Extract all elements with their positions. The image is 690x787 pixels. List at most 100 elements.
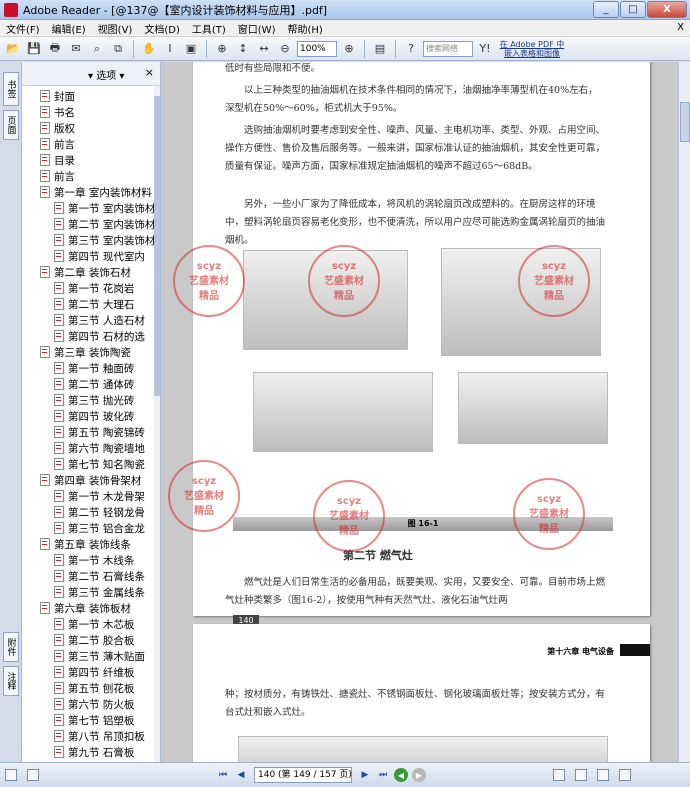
watermark-stamp: scyz 艺盛素材 精品 <box>173 245 245 317</box>
web-search-input[interactable]: 搜索网络 <box>423 40 473 57</box>
share-icon[interactable]: ⧉ <box>109 40 127 58</box>
bookmark-item[interactable]: 第三节 铝合金龙 <box>22 520 160 536</box>
bookmark-item[interactable]: 第四节 玻化砖 <box>22 408 160 424</box>
bookmark-item[interactable]: 第三章 装饰陶瓷 <box>22 344 160 360</box>
email-icon[interactable]: ✉ <box>67 40 85 58</box>
continuous-facing-view-icon[interactable] <box>619 769 631 781</box>
bookmark-item[interactable]: 第三节 金属线条 <box>22 584 160 600</box>
yahoo-icon[interactable]: Y! <box>476 40 494 58</box>
next-page-icon[interactable]: ▶ <box>358 768 372 782</box>
bookmark-item[interactable]: 第八节 吊顶扣板 <box>22 728 160 744</box>
last-page-icon[interactable]: ⏭ <box>376 768 390 782</box>
bookmark-item[interactable]: 第四节 纤维板 <box>22 664 160 680</box>
bookmark-item[interactable]: 第一节 木芯板 <box>22 616 160 632</box>
bookmark-item[interactable]: 第五章 装饰线条 <box>22 536 160 552</box>
bookmark-item[interactable]: 第三节 薄木贴面 <box>22 648 160 664</box>
bookmark-item[interactable]: 第七节 知名陶瓷 <box>22 456 160 472</box>
open-icon[interactable]: 📂 <box>4 40 22 58</box>
bookmark-item[interactable]: 书名 <box>22 104 160 120</box>
first-page-icon[interactable]: ⏮ <box>216 768 230 782</box>
save-icon[interactable]: 💾 <box>25 40 43 58</box>
bookmark-scrollbar[interactable] <box>154 86 160 762</box>
print-icon[interactable]: 🖶 <box>46 40 64 58</box>
continuous-view-icon[interactable] <box>575 769 587 781</box>
bookmark-item[interactable]: 封面 <box>22 88 160 104</box>
zoom-in-icon[interactable]: ⊕ <box>213 40 231 58</box>
promo-link[interactable]: 在 Adobe PDF 中嵌入表格和图像 <box>497 40 567 58</box>
zoom-out-icon[interactable]: ⊖ <box>276 40 294 58</box>
bookmark-item[interactable]: 第九节 石膏板 <box>22 744 160 760</box>
tab-comments[interactable]: 注释 <box>3 666 19 696</box>
document-info-icon[interactable] <box>27 769 39 781</box>
scrollbar-thumb[interactable] <box>680 102 690 142</box>
menu-file[interactable]: 文件(F) <box>0 21 46 36</box>
bookmark-item[interactable]: 前言 <box>22 168 160 184</box>
menu-help[interactable]: 帮助(H) <box>281 21 328 36</box>
zoom-level-input[interactable]: 100% <box>297 40 337 57</box>
go-back-icon[interactable]: ◀ <box>394 768 408 782</box>
bookmark-item[interactable]: 第六节 防火板 <box>22 696 160 712</box>
bookmark-item[interactable]: 第四节 石材的选 <box>22 328 160 344</box>
document-close-button[interactable]: X <box>677 22 684 33</box>
bookmark-item[interactable]: 第四章 装饰骨架材 <box>22 472 160 488</box>
tab-bookmarks[interactable]: 书签 <box>3 72 19 106</box>
bookmark-item[interactable]: 第二节 石膏线条 <box>22 568 160 584</box>
bookmark-item[interactable]: 第一节 木线条 <box>22 552 160 568</box>
scrollbar-thumb[interactable] <box>154 96 160 396</box>
bookmark-item[interactable]: 第二章 装饰石材 <box>22 264 160 280</box>
page-thumbnail-icon[interactable] <box>5 769 17 781</box>
fit-page-icon[interactable]: ↕ <box>234 40 252 58</box>
bookmark-item[interactable]: 第三节 室内装饰材 <box>22 232 160 248</box>
bookmark-item[interactable]: 第一章 室内装饰材料 <box>22 184 160 200</box>
tab-pages[interactable]: 页面 <box>3 110 19 140</box>
bookmark-item[interactable]: 第六节 陶瓷墙地 <box>22 440 160 456</box>
bookmark-item[interactable]: 第六章 装饰板材 <box>22 600 160 616</box>
facing-view-icon[interactable] <box>597 769 609 781</box>
minimize-button[interactable]: _ <box>593 1 619 18</box>
tab-attachments[interactable]: 附件 <box>3 632 19 662</box>
menu-window[interactable]: 窗口(W) <box>232 21 282 36</box>
bookmark-item[interactable]: 第一节 木龙骨架 <box>22 488 160 504</box>
page-layout-icon[interactable]: ▤ <box>371 40 389 58</box>
document-scrollbar[interactable] <box>678 62 690 762</box>
menu-document[interactable]: 文档(D) <box>138 21 186 36</box>
menu-edit[interactable]: 编辑(E) <box>46 21 92 36</box>
single-page-view-icon[interactable] <box>553 769 565 781</box>
go-forward-icon[interactable]: ▶ <box>412 768 426 782</box>
bookmark-item[interactable]: 第二节 通体砖 <box>22 376 160 392</box>
menu-view[interactable]: 视图(V) <box>92 21 139 36</box>
zoom-plus-icon[interactable]: ⊕ <box>340 40 358 58</box>
bookmark-item[interactable]: 第二节 胶合板 <box>22 632 160 648</box>
fit-width-icon[interactable]: ↔ <box>255 40 273 58</box>
bookmark-item[interactable]: 目录 <box>22 152 160 168</box>
select-text-icon[interactable]: I <box>161 40 179 58</box>
bookmark-item[interactable]: 第三节 人造石材 <box>22 312 160 328</box>
previous-page-icon[interactable]: ◀ <box>234 768 248 782</box>
document-view[interactable]: 低时有些局限和不便。 以上三种类型的抽油烟机在技术条件相同的情况下，油烟抽净率薄… <box>161 62 678 762</box>
bookmark-item[interactable]: 版权 <box>22 120 160 136</box>
bookmark-item[interactable]: 前言 <box>22 136 160 152</box>
bookmark-page-icon <box>54 298 64 310</box>
bookmark-item[interactable]: 第三节 抛光砖 <box>22 392 160 408</box>
bookmark-item[interactable]: 第七节 铝塑板 <box>22 712 160 728</box>
bookmark-item[interactable]: 第五节 刨花板 <box>22 680 160 696</box>
hand-tool-icon[interactable]: ✋ <box>140 40 158 58</box>
bookmark-item[interactable]: 第二节 大理石 <box>22 296 160 312</box>
menu-tools[interactable]: 工具(T) <box>186 21 232 36</box>
page-number-input[interactable]: 140 (第 149 / 157 页) <box>254 767 352 783</box>
bookmark-item[interactable]: 第五节 陶瓷锦砖 <box>22 424 160 440</box>
bookmark-item[interactable]: 第一节 釉面砖 <box>22 360 160 376</box>
bookmark-item[interactable]: 第一节 室内装饰材 <box>22 200 160 216</box>
bookmark-item[interactable]: 第二节 室内装饰材 <box>22 216 160 232</box>
help-icon[interactable]: ? <box>402 40 420 58</box>
bookmark-label: 第五节 刨花板 <box>68 682 135 695</box>
bookmark-item[interactable]: 第一节 花岗岩 <box>22 280 160 296</box>
binoculars-icon[interactable]: ⌕ <box>88 40 106 58</box>
bookmarks-options-menu[interactable]: ▾ 选项 ▾ <box>88 67 124 82</box>
bookmark-item[interactable]: 第二节 轻钢龙骨 <box>22 504 160 520</box>
bookmark-item[interactable]: 第四节 现代室内 <box>22 248 160 264</box>
close-button[interactable]: X <box>647 1 687 18</box>
maximize-button[interactable]: □ <box>620 1 646 18</box>
close-panel-icon[interactable]: × <box>145 66 154 79</box>
snapshot-icon[interactable]: ▣ <box>182 40 200 58</box>
